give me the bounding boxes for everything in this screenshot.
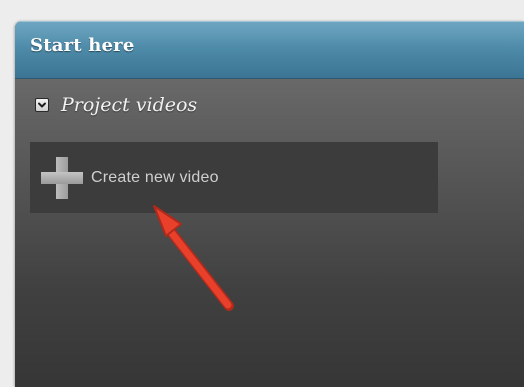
collapse-toggle-icon[interactable] <box>35 98 49 112</box>
create-new-video-button[interactable]: Create new video <box>30 142 438 213</box>
panel-header: Start here <box>15 21 524 79</box>
stage: Start here Project videos Create new vid… <box>0 0 524 387</box>
plus-icon <box>39 155 85 201</box>
create-new-video-label: Create new video <box>91 168 219 186</box>
section-title: Project videos <box>61 94 198 116</box>
panel-title: Start here <box>30 35 135 56</box>
project-videos-section-header[interactable]: Project videos <box>35 93 197 117</box>
start-here-panel: Start here Project videos Create new vid… <box>15 21 524 387</box>
